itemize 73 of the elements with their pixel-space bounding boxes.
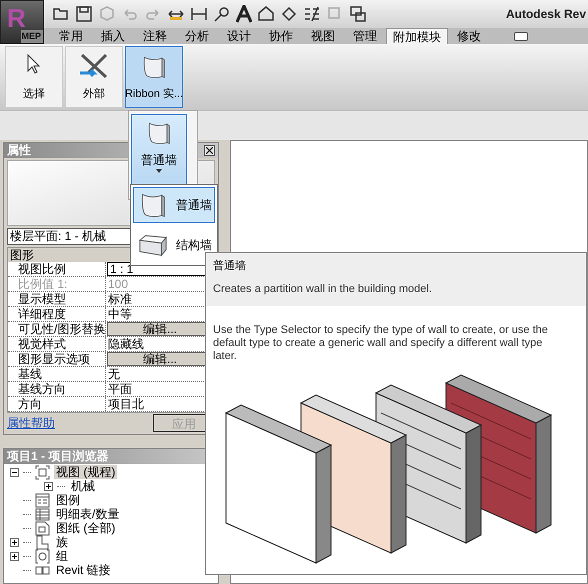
ribbon-tab[interactable]: 视图 <box>302 28 344 44</box>
expand-toggle[interactable] <box>44 482 53 490</box>
panel-title: 属性 <box>7 143 31 158</box>
minus-icon <box>12 470 17 474</box>
tooltip-summary: Creates a partition wall in the building model. <box>213 282 433 296</box>
tools-icon <box>78 53 110 81</box>
close-button[interactable] <box>204 144 215 156</box>
property-value: 项目北 <box>107 396 145 411</box>
collapse-toggle[interactable] <box>10 468 19 476</box>
tree-item[interactable]: 族 <box>54 535 70 549</box>
property-value: 隐藏线 <box>107 336 145 351</box>
property-name: 视图比例 <box>8 262 106 276</box>
property-name: 可见性/图形替换 <box>8 322 106 336</box>
flyout-item[interactable]: 普通墙 <box>133 187 215 223</box>
ribbon-tab[interactable]: 常用 <box>50 28 92 44</box>
expand-toggle[interactable] <box>10 538 19 546</box>
property-value: 无 <box>107 366 121 381</box>
property-name: 基线 <box>8 366 106 381</box>
property-name: 基线方向 <box>8 382 106 396</box>
property-name: 视觉样式 <box>8 336 106 351</box>
help-link[interactable]: 属性帮助 <box>7 414 55 432</box>
property-value: 中等 <box>107 306 133 321</box>
ribbon-tab[interactable]: 修改 <box>448 28 490 44</box>
tree-item[interactable]: 明细表/数量 <box>54 507 122 521</box>
property-name: 显示模型 <box>8 292 106 306</box>
view-icon <box>35 464 50 480</box>
tree-item[interactable]: Revit 链接 <box>54 563 113 577</box>
switch-windows-icon[interactable] <box>349 5 367 23</box>
plus-icon <box>46 484 51 488</box>
tree-item[interactable]: 视图 (规程) <box>54 465 118 479</box>
plus-icon <box>12 540 17 544</box>
app-logo: R <box>7 4 26 32</box>
caret-icon <box>156 169 162 173</box>
group-icon <box>35 548 50 564</box>
tooltip-description: Use the Type Selector to specify the type of wall to create, or use the default type to create a generic wall and specify a different wall type later. <box>212 324 549 363</box>
table-icon <box>35 506 50 522</box>
tree-item[interactable]: 图例 <box>54 493 82 507</box>
ribbon-tab[interactable]: 管理 <box>344 28 386 44</box>
sheet-icon <box>35 520 50 536</box>
tooltip-title: 普通墙 <box>213 258 247 274</box>
tree-item[interactable]: 组 <box>54 549 70 563</box>
diamond-icon[interactable] <box>280 5 298 23</box>
ribbon-button[interactable]: 外部 <box>65 46 123 108</box>
ribbon-tab[interactable]: 插入 <box>92 28 134 44</box>
legend-icon <box>35 492 50 508</box>
plus-icon <box>12 554 17 558</box>
tree-item[interactable]: 机械 <box>69 479 97 493</box>
property-value: 100 <box>107 276 130 291</box>
family-icon <box>35 534 50 550</box>
property-name: 详细程度 <box>8 306 106 321</box>
house-icon[interactable] <box>257 5 275 23</box>
property-value: 标准 <box>107 292 133 306</box>
ribbon-tab[interactable]: 分析 <box>176 28 218 44</box>
ribbon-tab[interactable]: 注释 <box>134 28 176 44</box>
property-name: 方向 <box>8 396 106 411</box>
save-icon[interactable] <box>75 5 93 23</box>
ribbon-button[interactable]: Ribbon 实... <box>125 46 183 108</box>
app-menu-button[interactable]: R MEP <box>0 0 44 44</box>
property-name: 图形显示选项 <box>8 352 106 366</box>
window-title: Autodesk Rev <box>506 6 587 23</box>
cursor-icon <box>26 53 42 75</box>
text-icon[interactable] <box>236 5 252 23</box>
ribbon-button[interactable]: 选择 <box>5 46 63 108</box>
property-value: 平面 <box>107 382 133 396</box>
ribbon-tab[interactable]: 协作 <box>260 28 302 44</box>
property-name: 比例值 1: <box>8 276 106 291</box>
dropdown-icon[interactable] <box>514 32 528 41</box>
list-icon[interactable] <box>303 5 321 23</box>
expand-toggle[interactable] <box>10 552 19 560</box>
tree-item[interactable]: 图纸 (全部) <box>54 521 118 535</box>
ribbon-tab[interactable]: 附加模块 <box>386 28 448 44</box>
dimension-icon[interactable] <box>190 5 208 23</box>
ribbon-tab[interactable]: 设计 <box>218 28 260 44</box>
